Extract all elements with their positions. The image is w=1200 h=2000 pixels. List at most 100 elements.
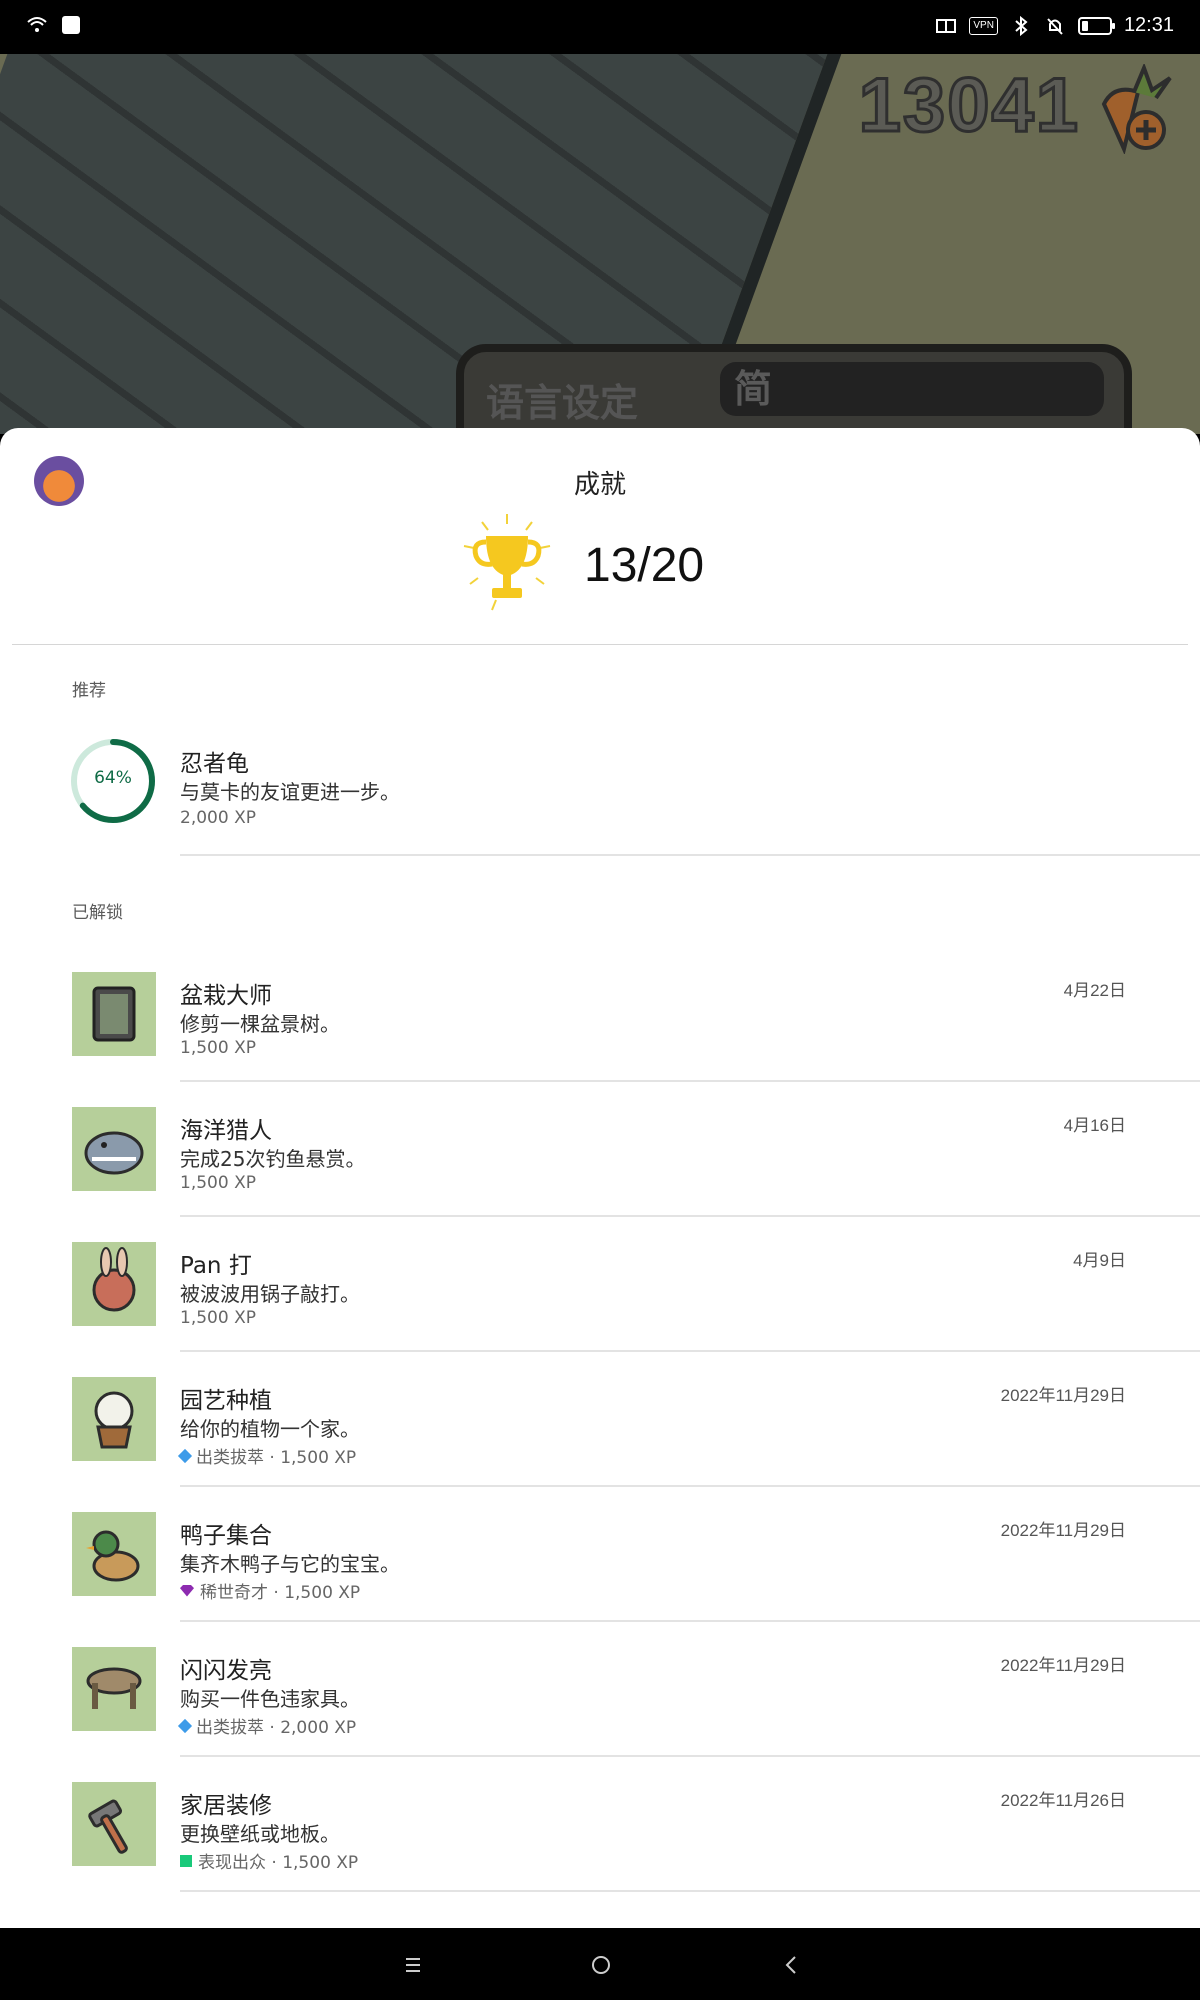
achievement-meta: 表现出众 · 1,500 XP (180, 1848, 358, 1873)
achievement-title: 闪闪发亮 (180, 1658, 272, 1684)
achievement-date: 2022年11月29日 (1000, 1386, 1126, 1405)
battery-icon (1077, 16, 1115, 35)
achievement-title: 盆栽大师 (180, 983, 272, 1009)
achievement-meta: 1,500 XP (180, 1308, 256, 1328)
trophy-icon (463, 514, 551, 611)
app-notification-icon (62, 16, 80, 34)
achievement-desc: 给你的植物一个家。 (180, 1417, 360, 1441)
navigation-bar (0, 1928, 1200, 2000)
shark-icon (84, 1131, 144, 1175)
row-divider (180, 1215, 1200, 1217)
menu-icon[interactable] (398, 1950, 428, 1980)
achievement-thumbnail (72, 1107, 156, 1191)
recommended-achievement[interactable]: 64% 忍者龟 与莫卡的友谊更进一步。 2,000 XP (0, 738, 1200, 868)
rarity-green-icon (180, 1854, 192, 1867)
wifi-icon (26, 14, 48, 36)
achievement-meta: 1,500 XP (180, 1173, 256, 1193)
home-icon[interactable] (586, 1950, 616, 1980)
rarity-purple-icon (180, 1584, 194, 1597)
achievement-meta: 出类拔萃 · 1,500 XP (177, 1443, 357, 1468)
list-item[interactable]: 闪闪发亮 购买一件色违家具。 出类拔萃 · 2,000 XP 2022年11月2… (0, 1647, 1200, 1782)
achievement-title: 家居装修 (180, 1793, 272, 1819)
game-background: 13041 语言设定 简 (0, 54, 1200, 434)
language-settings-panel: 语言设定 简 (456, 344, 1132, 434)
achievement-meta-text: 1,500 XP (180, 1173, 256, 1193)
status-bar: VPN 12:31 (0, 0, 1200, 54)
achievement-date: 4月9日 (1073, 1251, 1126, 1270)
hammer-icon (88, 1799, 128, 1854)
achievement-title: 忍者龟 (180, 751, 249, 777)
divider (12, 644, 1188, 645)
achievement-desc: 购买一件色违家具。 (180, 1687, 360, 1711)
achievement-title: 园艺种植 (180, 1388, 272, 1414)
achievement-thumbnail (72, 972, 156, 1056)
achievement-desc: 被波波用锅子敲打。 (180, 1282, 360, 1306)
achievement-desc: 完成25次钓鱼悬赏。 (180, 1147, 366, 1171)
language-label: 语言设定 (486, 381, 639, 425)
row-divider (180, 854, 1200, 856)
achievement-score: 13/20 (584, 539, 705, 592)
page-title: 成就 (573, 470, 626, 500)
list-item[interactable]: 鸭子集合 集齐木鸭子与它的宝宝。 稀世奇才 · 1,500 XP 2022年11… (0, 1512, 1200, 1647)
achievement-thumbnail (72, 1377, 156, 1461)
achievement-title: 海洋猎人 (180, 1118, 272, 1144)
achievement-date: 4月22日 (1063, 981, 1126, 1000)
mute-bell-icon (1044, 15, 1066, 37)
list-item[interactable]: 家居装修 更换壁纸或地板。 表现出众 · 1,500 XP 2022年11月26… (0, 1782, 1200, 1917)
achievement-date: 2022年11月26日 (1000, 1791, 1126, 1810)
achievement-meta: 1,500 XP (180, 1038, 256, 1058)
achievement-title: Pan 打 (180, 1253, 252, 1279)
achievement-desc: 更换壁纸或地板。 (180, 1822, 340, 1846)
row-divider (180, 1080, 1200, 1082)
duck-icon (86, 1530, 140, 1582)
rarity-diamond-icon (177, 1448, 193, 1463)
back-icon[interactable] (776, 1950, 806, 1980)
bluetooth-icon (1010, 15, 1032, 37)
achievement-meta-text: 出类拔萃 · 1,500 XP (196, 1448, 357, 1468)
achievement-desc: 与莫卡的友谊更进一步。 (180, 780, 400, 804)
list-item[interactable]: 海洋猎人 完成25次钓鱼悬赏。 1,500 XP 4月16日 (0, 1107, 1200, 1242)
carrot-add-icon[interactable] (1094, 64, 1172, 154)
carrot-count: 13041 (857, 62, 1080, 150)
row-divider (180, 1350, 1200, 1352)
rarity-diamond-icon (177, 1718, 193, 1733)
unlocked-label: 已解锁 (72, 903, 123, 923)
achievement-date: 4月16日 (1063, 1116, 1126, 1135)
status-time: 12:31 (1123, 14, 1174, 36)
stool-icon (86, 1667, 142, 1709)
achievement-date: 2022年11月29日 (1000, 1656, 1126, 1675)
achievements-sheet: 成就 13/20 推荐 64% 忍者龟 与莫卡的友谊更进一步。 2,000 XP… (0, 428, 1200, 1928)
achievement-meta: 稀世奇才 · 1,500 XP (180, 1578, 360, 1603)
book-icon (92, 986, 136, 1042)
achievement-meta-text: 表现出众 · 1,500 XP (198, 1853, 359, 1873)
recommended-label: 推荐 (72, 681, 106, 701)
list-item[interactable]: Pan 打 被波波用锅子敲打。 1,500 XP 4月9日 (0, 1242, 1200, 1377)
achievement-meta: 出类拔萃 · 2,000 XP (177, 1713, 357, 1738)
progress-percent: 64% (94, 768, 132, 788)
achievement-xp: 2,000 XP (180, 808, 256, 828)
reader-mode-icon (935, 15, 957, 37)
achievement-thumbnail (72, 1782, 156, 1866)
achievement-meta-text: 1,500 XP (180, 1308, 256, 1328)
achievement-thumbnail (72, 1242, 156, 1326)
achievement-desc: 集齐木鸭子与它的宝宝。 (180, 1552, 400, 1576)
achievement-date: 2022年11月29日 (1000, 1521, 1126, 1540)
achievement-meta-text: 1,500 XP (180, 1038, 256, 1058)
achievement-title: 鸭子集合 (180, 1523, 272, 1549)
row-divider (180, 1755, 1200, 1757)
row-divider (180, 1890, 1200, 1892)
xp-text: 2,000 XP (180, 808, 256, 828)
list-item[interactable]: 盆栽大师 修剪一棵盆景树。 1,500 XP 4月22日 (0, 972, 1200, 1107)
achievement-meta-text: 出类拔萃 · 2,000 XP (196, 1718, 357, 1738)
bunny-pan-icon (92, 1247, 136, 1312)
achievement-thumbnail (72, 1512, 156, 1596)
flower-pot-icon (94, 1391, 134, 1449)
achievement-desc: 修剪一棵盆景树。 (180, 1012, 340, 1036)
vpn-icon: VPN (969, 16, 998, 35)
list-item[interactable]: 园艺种植 给你的植物一个家。 出类拔萃 · 1,500 XP 2022年11月2… (0, 1377, 1200, 1512)
row-divider (180, 1620, 1200, 1622)
language-select[interactable]: 简 (720, 362, 1104, 416)
row-divider (180, 1485, 1200, 1487)
achievement-meta-text: 稀世奇才 · 1,500 XP (200, 1583, 361, 1603)
achievement-thumbnail (72, 1647, 156, 1731)
